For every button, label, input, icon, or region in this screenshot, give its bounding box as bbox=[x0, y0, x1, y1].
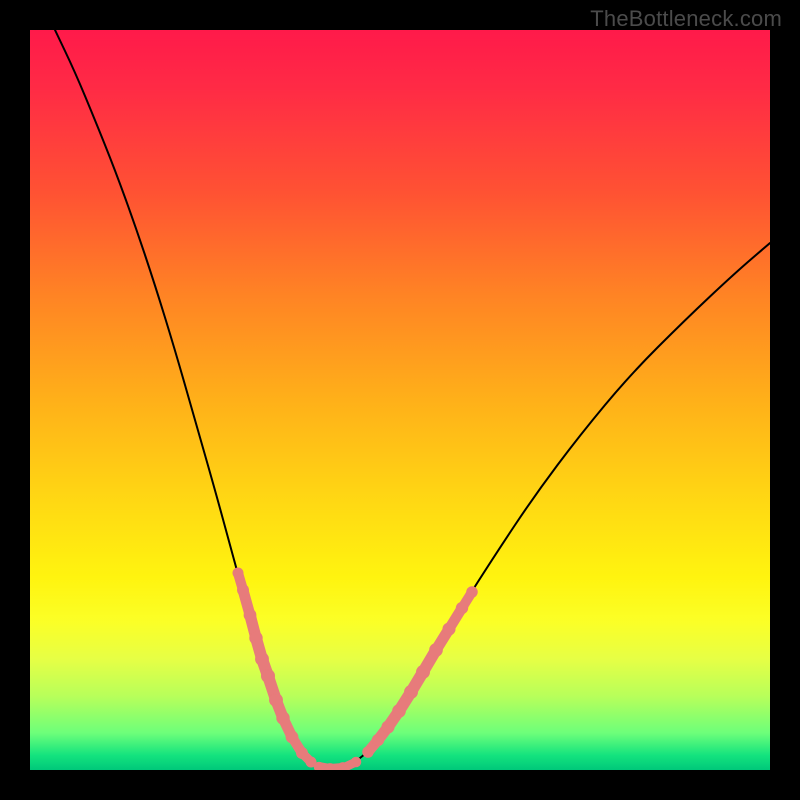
dots-bottom-dot bbox=[351, 757, 362, 768]
chart-svg bbox=[30, 30, 770, 770]
main-curve-path bbox=[55, 30, 770, 769]
plot-area bbox=[30, 30, 770, 770]
outer-frame: TheBottleneck.com bbox=[0, 0, 800, 800]
watermark-text: TheBottleneck.com bbox=[590, 6, 782, 32]
dots-right-dot bbox=[466, 586, 478, 598]
